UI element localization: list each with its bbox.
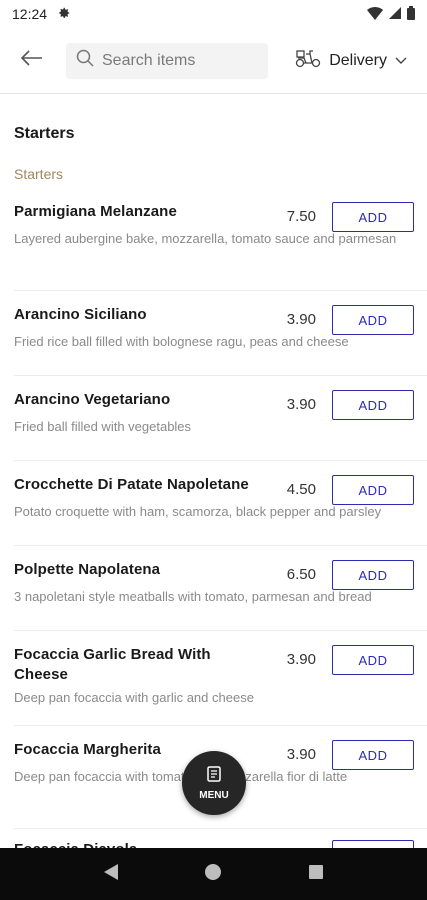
search-input[interactable]: [102, 51, 252, 70]
divider: [14, 630, 427, 631]
back-triangle-icon[interactable]: [103, 863, 119, 886]
add-button[interactable]: ADD: [332, 840, 414, 848]
item-price: 4.50: [286, 481, 316, 498]
menu-content[interactable]: Starters Starters Parmigiana Melanzane 7…: [0, 95, 427, 848]
add-button[interactable]: ADD: [332, 740, 414, 770]
chevron-down-icon: [395, 52, 407, 70]
item-description: Fried rice ball filled with bolognese ra…: [14, 334, 349, 349]
battery-icon: [407, 5, 415, 23]
item-description: Potato croquette with ham, scamorza, bla…: [14, 504, 382, 519]
status-bar: 12:24: [0, 0, 427, 28]
item-price: 3.90: [286, 651, 316, 668]
add-button[interactable]: ADD: [332, 645, 414, 675]
item-name: Focaccia Garlic Bread With Cheese: [14, 646, 211, 683]
item-price: 3.90: [286, 746, 316, 763]
system-nav-bar: [0, 848, 427, 900]
settings-gear-icon: [57, 6, 71, 23]
arrow-left-icon: [20, 50, 43, 71]
home-circle-icon[interactable]: [204, 863, 222, 886]
menu-item[interactable]: Focaccia Garlic Bread With Cheese 3.90 A…: [14, 645, 414, 707]
fab-label: MENU: [199, 789, 229, 801]
delivery-label: Delivery: [329, 51, 387, 69]
add-button[interactable]: ADD: [332, 475, 414, 505]
item-description: Deep pan focaccia with garlic and cheese: [14, 690, 254, 705]
item-name: Polpette Napolatena: [14, 561, 161, 578]
menu-item[interactable]: Crocchette Di Patate Napoletane 4.50 ADD…: [14, 475, 414, 521]
add-button[interactable]: ADD: [332, 390, 414, 420]
wifi-icon: [367, 6, 383, 23]
back-button[interactable]: [10, 39, 54, 83]
add-button[interactable]: ADD: [332, 202, 414, 232]
item-name: Arancino Vegetariano: [14, 391, 171, 408]
add-button[interactable]: ADD: [332, 560, 414, 590]
divider: [14, 375, 427, 376]
divider: [14, 545, 427, 546]
menu-item[interactable]: Arancino Siciliano 3.90 ADD Fried rice b…: [14, 305, 414, 351]
menu-item[interactable]: Parmigiana Melanzane 7.50 ADD Layered au…: [14, 202, 414, 248]
item-price: 7.50: [286, 208, 316, 225]
menu-item[interactable]: Focaccia Diavola ADD: [14, 840, 414, 848]
item-name: Arancino Siciliano: [14, 306, 147, 323]
item-description: Fried ball filled with vegetables: [14, 419, 192, 434]
divider: [14, 460, 427, 461]
item-price: 3.90: [286, 396, 316, 413]
top-bar: Delivery: [0, 28, 427, 94]
search-icon: [76, 49, 94, 72]
divider: [14, 290, 427, 291]
menu-document-icon: [207, 765, 221, 787]
status-icons: [367, 5, 415, 23]
status-time: 12:24: [12, 6, 48, 22]
recents-square-icon[interactable]: [308, 864, 324, 885]
item-price: 3.90: [286, 311, 316, 328]
add-button[interactable]: ADD: [332, 305, 414, 335]
item-description: 3 napoletani style meatballs with tomato…: [14, 589, 372, 604]
menu-item[interactable]: Arancino Vegetariano 3.90 ADD Fried ball…: [14, 390, 414, 436]
item-price: 6.50: [286, 566, 316, 583]
delivery-selector[interactable]: Delivery: [295, 48, 407, 73]
divider: [14, 725, 427, 726]
divider: [14, 828, 427, 829]
menu-fab-button[interactable]: MENU: [182, 751, 246, 815]
scooter-icon: [295, 48, 321, 73]
item-name: Parmigiana Melanzane: [14, 203, 177, 220]
item-name: Crocchette Di Patate Napoletane: [14, 476, 249, 493]
subsection-title: Starters: [14, 166, 64, 182]
item-name: Focaccia Diavola: [14, 840, 244, 848]
item-description: Layered aubergine bake, mozzarella, toma…: [14, 231, 397, 246]
menu-item[interactable]: Polpette Napolatena 6.50 ADD 3 napoletan…: [14, 560, 414, 606]
search-box[interactable]: [66, 42, 268, 79]
signal-icon: [389, 6, 401, 22]
section-title: Starters: [14, 125, 75, 142]
